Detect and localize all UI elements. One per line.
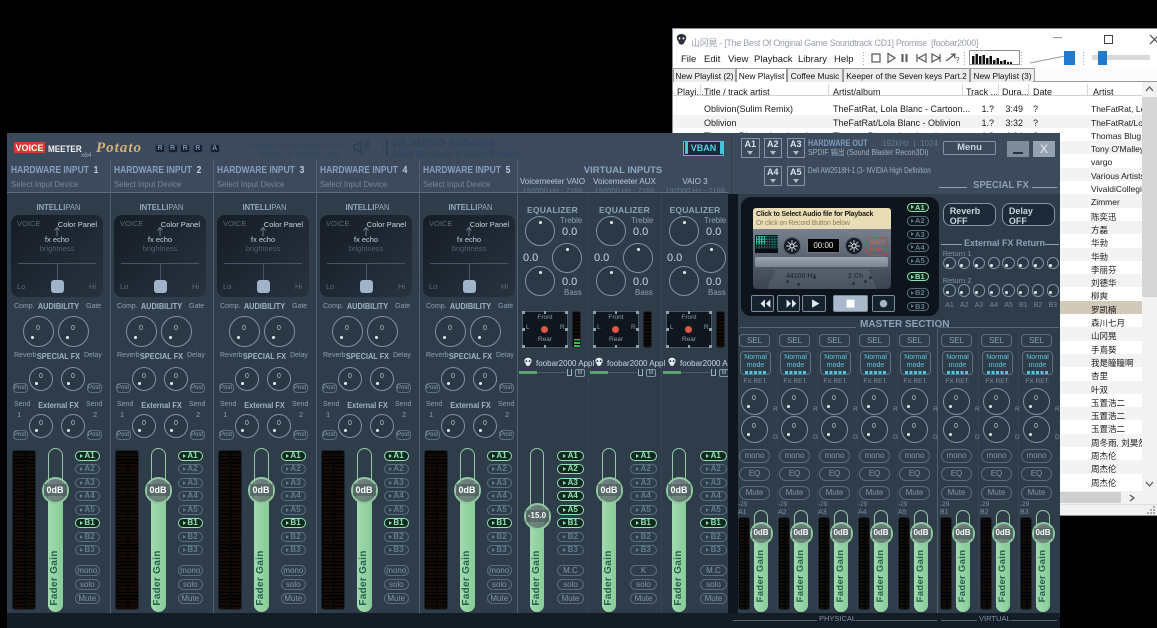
svg-text:?: ? [955, 56, 960, 65]
